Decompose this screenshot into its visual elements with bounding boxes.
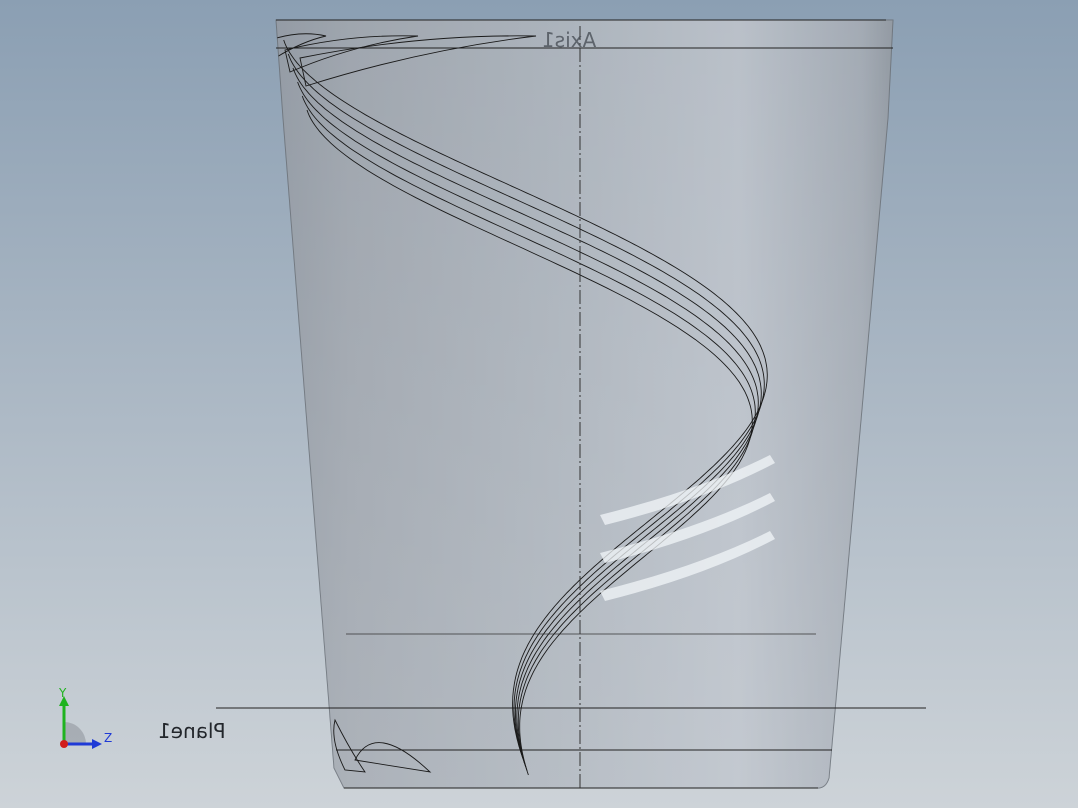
model-view[interactable] xyxy=(0,0,1078,808)
triad-x-axis xyxy=(60,740,68,748)
axis1-label[interactable]: Axis1 xyxy=(542,28,596,52)
graphics-viewport[interactable]: Axis1 Plane1 Y Z xyxy=(0,0,1078,808)
body-shading xyxy=(276,20,893,788)
triad-rotation-arc xyxy=(64,722,86,744)
triad-z-arrow xyxy=(92,739,102,749)
triad-y-label: Y xyxy=(59,686,67,700)
plane1-label[interactable]: Plane1 xyxy=(158,719,226,743)
triad-z-label: Z xyxy=(104,731,113,745)
reference-triad: Y Z xyxy=(52,686,122,756)
